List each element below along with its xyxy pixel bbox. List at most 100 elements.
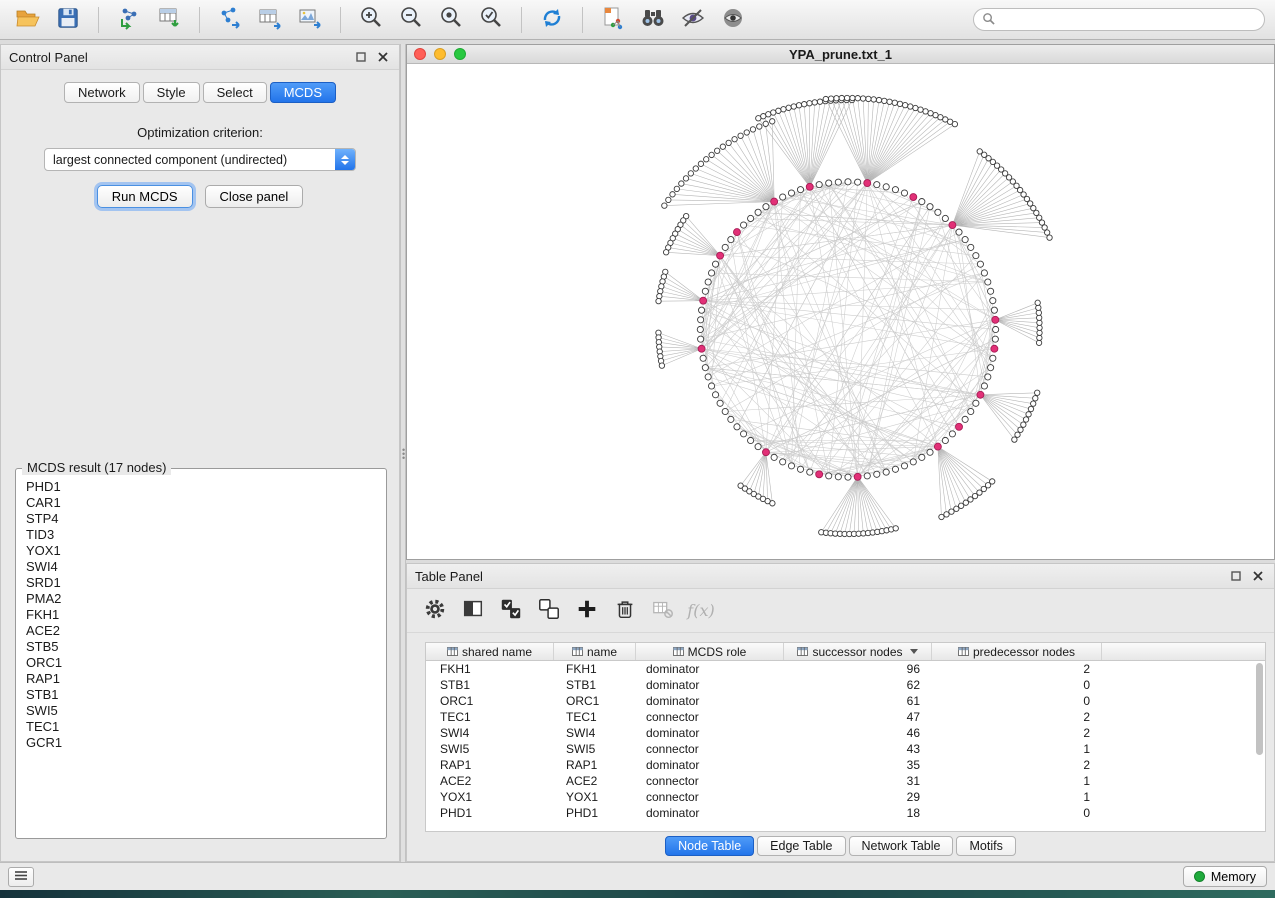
graph-node[interactable] — [771, 110, 776, 115]
table-row[interactable]: ORC1ORC1dominator610 — [426, 693, 1265, 709]
table-row[interactable]: TEC1TEC1connector472 — [426, 709, 1265, 725]
graph-node[interactable] — [874, 182, 880, 188]
mcds-result-item[interactable]: TID3 — [18, 527, 384, 543]
tab-network[interactable]: Network — [64, 82, 140, 103]
tab-style[interactable]: Style — [143, 82, 200, 103]
graph-node[interactable] — [1028, 406, 1033, 411]
graph-node[interactable] — [1033, 396, 1038, 401]
graph-node[interactable] — [892, 466, 898, 472]
graph-node-dominator[interactable] — [762, 449, 769, 456]
graph-node[interactable] — [1036, 305, 1041, 310]
graph-node[interactable] — [1036, 310, 1041, 315]
graph-node[interactable] — [709, 152, 714, 157]
network-canvas[interactable] — [407, 64, 1274, 559]
float-panel-button[interactable] — [353, 49, 369, 65]
graph-node[interactable] — [990, 298, 996, 304]
graph-node[interactable] — [855, 96, 860, 101]
graph-node-dominator[interactable] — [991, 345, 998, 352]
export-network-button[interactable] — [212, 4, 248, 36]
graph-node[interactable] — [944, 512, 949, 517]
graph-node[interactable] — [693, 166, 698, 171]
column-header-shared-name[interactable]: shared name — [426, 643, 554, 660]
run-mcds-button[interactable]: Run MCDS — [97, 185, 193, 208]
search-input[interactable] — [1000, 13, 1256, 27]
graph-node[interactable] — [697, 326, 703, 332]
import-network-button[interactable] — [111, 4, 147, 36]
graph-node[interactable] — [839, 95, 844, 100]
table-scrollbar[interactable] — [1255, 663, 1264, 829]
graph-node[interactable] — [908, 104, 913, 109]
graph-node[interactable] — [1015, 432, 1020, 437]
graph-node[interactable] — [657, 294, 662, 299]
graph-node[interactable] — [826, 180, 832, 186]
graph-node-dominator[interactable] — [910, 194, 917, 201]
graph-node[interactable] — [726, 140, 731, 145]
graph-node[interactable] — [670, 192, 675, 197]
mcds-result-item[interactable]: PHD1 — [18, 479, 384, 495]
graph-node[interactable] — [705, 279, 711, 285]
graph-node[interactable] — [883, 469, 889, 475]
graph-node[interactable] — [876, 97, 881, 102]
graph-node-dominator[interactable] — [806, 183, 813, 190]
graph-node[interactable] — [892, 100, 897, 105]
graph-node[interactable] — [786, 105, 791, 110]
graph-node[interactable] — [887, 99, 892, 104]
graph-node[interactable] — [845, 179, 851, 185]
graph-node[interactable] — [714, 148, 719, 153]
graph-node[interactable] — [893, 526, 898, 531]
graph-node[interactable] — [882, 98, 887, 103]
graph-node[interactable] — [708, 270, 714, 276]
graph-node[interactable] — [658, 289, 663, 294]
graph-node[interactable] — [1042, 225, 1047, 230]
minimize-window-button[interactable] — [434, 48, 446, 60]
column-header-mcds-role[interactable]: MCDS role — [636, 643, 784, 660]
graph-node[interactable] — [807, 469, 813, 475]
graph-node[interactable] — [662, 203, 667, 208]
deselect-all-button[interactable] — [533, 596, 565, 626]
graph-node[interactable] — [823, 96, 828, 101]
graph-node[interactable] — [788, 463, 794, 469]
graph-node[interactable] — [993, 326, 999, 332]
graph-node[interactable] — [949, 431, 955, 437]
graph-node[interactable] — [744, 130, 749, 135]
table-row[interactable]: ACE2ACE2connector311 — [426, 773, 1265, 789]
graph-node[interactable] — [918, 107, 923, 112]
graph-node[interactable] — [807, 101, 812, 106]
graph-node[interactable] — [834, 96, 839, 101]
graph-node[interactable] — [1035, 390, 1040, 395]
graph-node[interactable] — [835, 474, 841, 480]
graph-node[interactable] — [712, 261, 718, 267]
graph-node[interactable] — [705, 374, 711, 380]
tab-edge-table[interactable]: Edge Table — [757, 836, 845, 856]
graph-node[interactable] — [734, 424, 740, 430]
graph-node[interactable] — [791, 104, 796, 109]
splitter-handle[interactable]: ••• — [402, 448, 405, 460]
graph-node[interactable] — [962, 416, 968, 422]
table-settings-button[interactable] — [419, 596, 451, 626]
graph-node[interactable] — [897, 101, 902, 106]
graph-node[interactable] — [728, 236, 734, 242]
graph-node[interactable] — [910, 459, 916, 465]
graph-node[interactable] — [828, 96, 833, 101]
graph-node[interactable] — [874, 471, 880, 477]
zoom-selected-button[interactable] — [473, 4, 509, 36]
graph-node[interactable] — [722, 408, 728, 414]
graph-node[interactable] — [708, 383, 714, 389]
graph-node[interactable] — [981, 270, 987, 276]
graph-node[interactable] — [663, 250, 668, 255]
graph-node[interactable] — [981, 383, 987, 389]
graph-node[interactable] — [698, 161, 703, 166]
graph-node[interactable] — [674, 186, 679, 191]
close-table-panel-button[interactable] — [1250, 568, 1266, 584]
graph-node[interactable] — [949, 509, 954, 514]
close-window-button[interactable] — [414, 48, 426, 60]
tab-network-table[interactable]: Network Table — [849, 836, 954, 856]
graph-node[interactable] — [883, 184, 889, 190]
tab-node-table[interactable]: Node Table — [665, 836, 754, 856]
close-panel-button[interactable] — [375, 49, 391, 65]
graph-node[interactable] — [748, 437, 754, 443]
graph-node[interactable] — [1047, 235, 1052, 240]
graph-node[interactable] — [901, 190, 907, 196]
graph-node[interactable] — [866, 96, 871, 101]
mcds-result-item[interactable]: GCR1 — [18, 735, 384, 751]
